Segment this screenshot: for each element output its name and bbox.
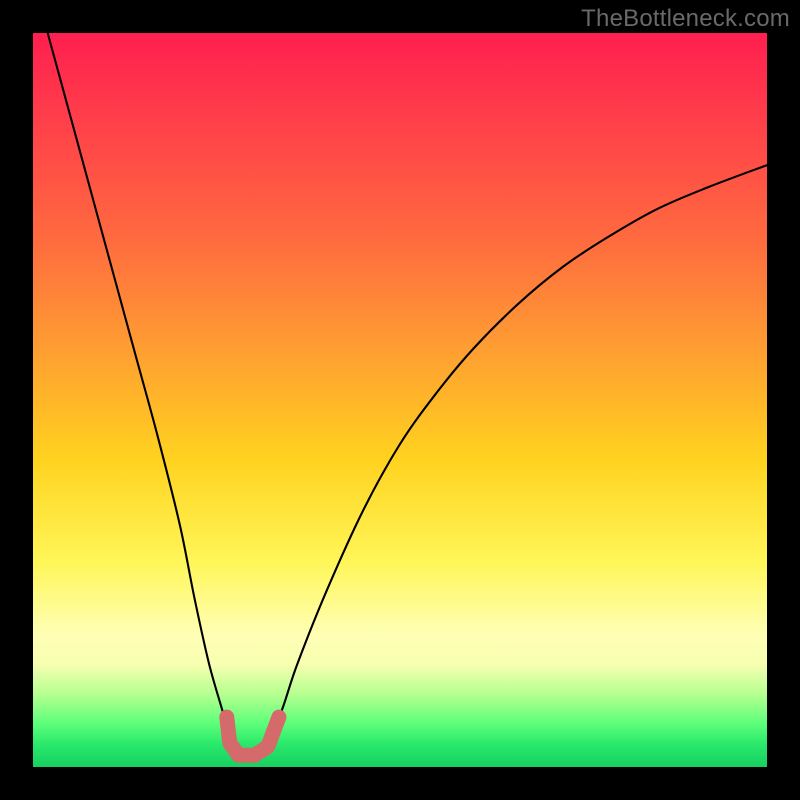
chart-frame: TheBottleneck.com: [0, 0, 800, 800]
plot-area: [33, 33, 767, 767]
watermark-text: TheBottleneck.com: [581, 5, 790, 33]
bottleneck-curve: [48, 33, 767, 761]
curve-layer: [33, 33, 767, 767]
highlight-marker: [227, 717, 279, 755]
